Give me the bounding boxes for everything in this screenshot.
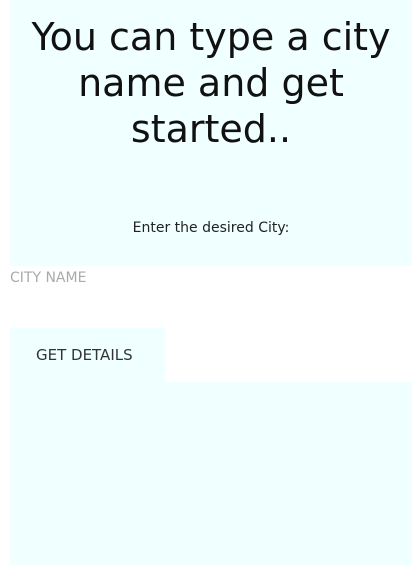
- city-prompt-label: Enter the desired City:: [132, 220, 290, 236]
- page-title: You can type a city name and get started…: [31, 15, 391, 151]
- city-name-input[interactable]: [10, 266, 412, 328]
- get-details-button[interactable]: GET DETAILS: [10, 328, 165, 382]
- button-row-background: [165, 328, 412, 382]
